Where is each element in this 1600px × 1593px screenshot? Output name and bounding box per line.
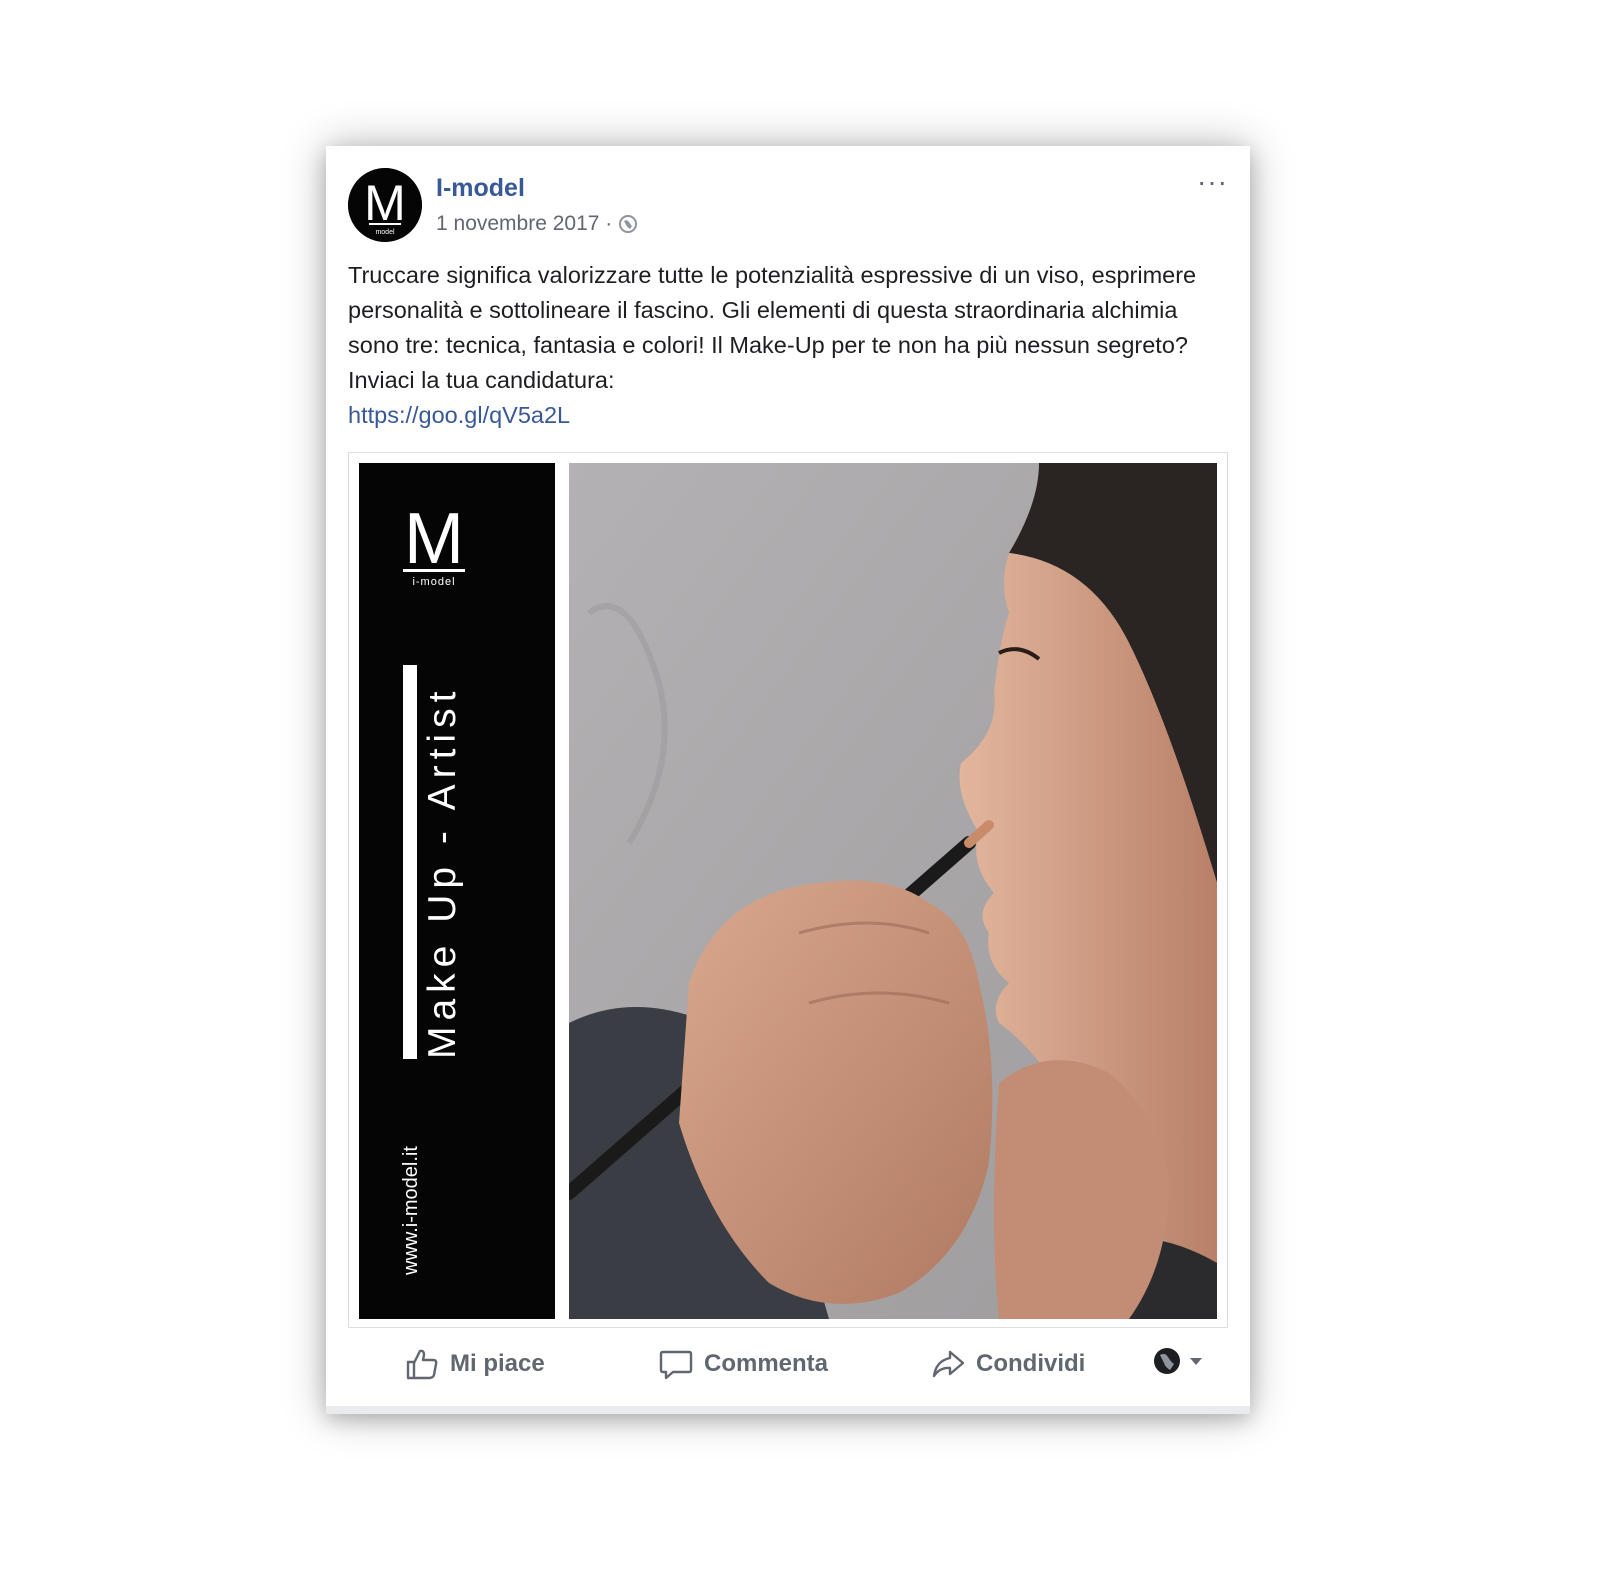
comment-icon: [659, 1350, 693, 1380]
makeup-photo-illustration: [569, 463, 1217, 1319]
svg-text:M: M: [364, 175, 406, 231]
share-button[interactable]: Condividi: [930, 1346, 1085, 1382]
image-headline: Make Up - Artist: [421, 685, 464, 1059]
post-meta: 1 novembre 2017 ·: [436, 212, 638, 236]
like-label: Mi piace: [450, 1350, 545, 1377]
card-bottom-divider: [326, 1406, 1250, 1414]
chevron-down-icon: [1190, 1358, 1202, 1365]
i-model-logo-icon: M i-model: [403, 503, 465, 588]
svg-text:model: model: [375, 229, 395, 236]
decorative-bar: [403, 665, 417, 1059]
post-actions: Mi piace Commenta Condividi: [348, 1332, 1228, 1396]
audience-selector[interactable]: [1152, 1346, 1204, 1376]
post-image[interactable]: M i-model Make Up - Artist www.i-model.i…: [348, 452, 1228, 1328]
post-header: M model I-model 1 novembre 2017 · ···: [348, 168, 1228, 248]
comment-button[interactable]: Commenta: [658, 1346, 828, 1382]
comment-label: Commenta: [704, 1350, 829, 1377]
share-label: Condividi: [976, 1350, 1086, 1377]
thumbs-up-icon: [406, 1349, 438, 1380]
globe-icon: [619, 215, 638, 233]
like-button[interactable]: Mi piace: [404, 1346, 545, 1382]
post-link[interactable]: https://goo.gl/qV5a2L: [348, 398, 1218, 433]
globe-icon: [1154, 1348, 1180, 1374]
post-body: Truccare significa valorizzare tutte le …: [348, 258, 1218, 433]
post-card: M model I-model 1 novembre 2017 · ··· Tr…: [326, 146, 1250, 1414]
i-model-logo-icon: M model: [348, 168, 422, 242]
post-date[interactable]: 1 novembre 2017 ·: [436, 212, 612, 236]
image-website: www.i-model.it: [400, 1146, 422, 1275]
post-body-text: Truccare significa valorizzare tutte le …: [348, 262, 1197, 393]
share-icon: [932, 1350, 965, 1378]
more-options-button[interactable]: ···: [1197, 168, 1228, 196]
image-brand-panel: M i-model Make Up - Artist www.i-model.i…: [359, 463, 555, 1319]
makeup-photo: [569, 463, 1217, 1319]
page-name-link[interactable]: I-model: [436, 174, 525, 203]
svg-text:M: M: [404, 503, 464, 579]
page-avatar[interactable]: M model: [348, 168, 422, 242]
svg-text:i-model: i-model: [412, 576, 455, 588]
